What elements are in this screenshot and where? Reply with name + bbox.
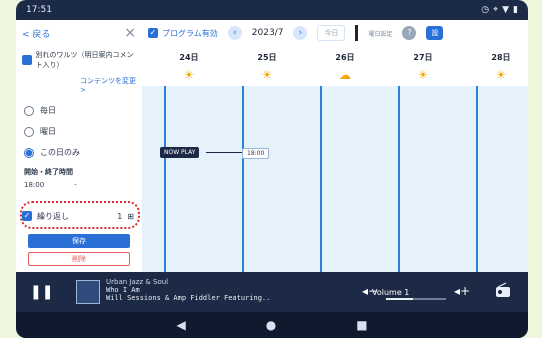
repeat-row[interactable]: ✓ 繰り返し 1 ⊞ [22,206,134,226]
days-header: 24日 ☀ 25日 ☀ 26日 ☁ 27日 ☀ 28日 ☀ [142,46,528,86]
schedule-setting-label: 曜日設定 [368,30,393,38]
back-nav-icon[interactable]: ◀ [176,318,185,332]
option-daily[interactable]: 毎日 [16,100,142,121]
sun-icon: ☀ [183,68,195,82]
program-card[interactable]: 別れのワルツ（明日案内コメント入り） [16,46,142,74]
now-play-marker: NOW PLAY [160,147,200,158]
time-separator: - [74,181,77,189]
option-label-this-day: この日のみ [40,148,80,157]
repeat-grid-icon[interactable]: ⊞ [127,212,134,221]
close-icon[interactable]: × [124,26,136,40]
repeat-count[interactable]: 1 [117,212,122,221]
program-enabled-label: プログラム有効 [162,28,218,38]
album-art [76,280,100,304]
radio-icon[interactable] [494,282,512,300]
save-button[interactable]: 保存 [28,234,130,248]
month-label: 2023/7 [251,28,284,38]
music-player: ❚❚ Urban Jazz & Soul Who I Am Will Sessi… [16,272,528,312]
now-play-connector [206,152,242,153]
program-edit-panel: < 戻る × 別れのワルツ（明日案内コメント入り） コンテンツを変更 > 毎日 … [16,20,143,272]
option-weekday[interactable]: 曜日 [16,121,142,142]
start-time-pill[interactable]: 18:00 [242,148,270,159]
repeat-label: 繰り返し [37,211,69,221]
day-28[interactable]: 28日 [462,52,528,63]
android-nav-bar: ◀ ● ■ [16,312,528,338]
wifi-icon: ▼ [502,5,510,15]
schedule-toolbar: ✓ プログラム有効 ‹ 2023/7 › 今日 曜日設定 ? 設 [142,20,528,46]
start-time-value[interactable]: 18:00 [24,181,44,189]
help-icon[interactable]: ? [402,26,417,40]
option-this-day-only[interactable]: この日のみ [16,142,142,163]
battery-icon: ▮ [513,5,518,15]
delete-button[interactable]: 削除 [28,252,130,266]
day-25[interactable]: 25日 [228,52,306,63]
program-enabled-checkbox[interactable]: ✓ [148,28,158,38]
back-button[interactable]: < 戻る [22,27,50,40]
program-icon [22,55,32,65]
panel-header: < 戻る × [16,20,142,46]
schedule-grid: NOW PLAY 18:00 [142,86,528,272]
program-enabled-toggle[interactable]: ✓ プログラム有効 [148,28,218,39]
volume-slider[interactable] [386,298,446,300]
day-column-line [476,86,478,272]
pause-icon[interactable]: ❚❚ [30,284,53,300]
schedule-area: ✓ プログラム有効 ‹ 2023/7 › 今日 曜日設定 ? 設 24日 ☀ 2… [142,20,528,272]
next-month-button[interactable]: › [293,26,308,40]
option-label-daily: 毎日 [40,106,56,115]
radio-icon[interactable] [24,126,34,137]
alarm-icon: ◷ [481,5,490,15]
divider [355,25,359,41]
day-24[interactable]: 24日 [150,52,228,63]
day-column-line [164,86,166,272]
track-artist: Will Sessions & Amp Fiddler Featuring.. [106,294,271,302]
app-screen: < 戻る × 別れのワルツ（明日案内コメント入り） コンテンツを変更 > 毎日 … [16,20,528,272]
track-meta: Urban Jazz & Soul Who I Am Will Sessions… [106,278,270,302]
repeat-checkbox[interactable]: ✓ [22,211,32,221]
radio-checked-icon[interactable] [24,147,34,158]
status-bar: 17:51 ◷ ⌖ ▼ ▮ [16,0,528,20]
sun-icon: ☀ [495,68,507,82]
prev-month-button[interactable]: ‹ [227,26,242,40]
recents-nav-icon[interactable]: ■ [356,318,367,332]
change-contents-link[interactable]: コンテンツを変更 > [16,74,142,100]
day-27[interactable]: 27日 [384,52,462,63]
cloud-sun-icon: ☁ [339,68,351,82]
radio-icon[interactable] [24,105,34,116]
location-icon: ⌖ [493,5,499,15]
option-label-weekday: 曜日 [40,127,56,136]
volume-label: Volume 1 [372,288,410,297]
extra-button[interactable]: 設 [426,26,444,40]
sun-icon: ☀ [417,68,429,82]
day-column-line [242,86,244,272]
home-nav-icon[interactable]: ● [266,318,276,332]
playlist-title: Urban Jazz & Soul [106,278,169,286]
volume-fill [386,298,413,300]
sun-icon: ☀ [261,68,273,82]
tablet-frame: 17:51 ◷ ⌖ ▼ ▮ < 戻る × 別れのワルツ（明日案内コメント入り） … [16,0,528,338]
day-26[interactable]: 26日 [306,52,384,63]
track-title: Who I Am [106,286,140,294]
today-button[interactable]: 今日 [317,25,346,41]
time-section-label: 開始・終了時間 [24,168,73,176]
day-column-line [398,86,400,272]
program-title: 別れのワルツ（明日案内コメント入り） [35,51,134,69]
status-time: 17:51 [26,5,52,15]
volume-up-icon[interactable]: ◂+ [454,284,470,298]
time-row: 18:00 - [16,179,142,195]
day-column-line [320,86,322,272]
